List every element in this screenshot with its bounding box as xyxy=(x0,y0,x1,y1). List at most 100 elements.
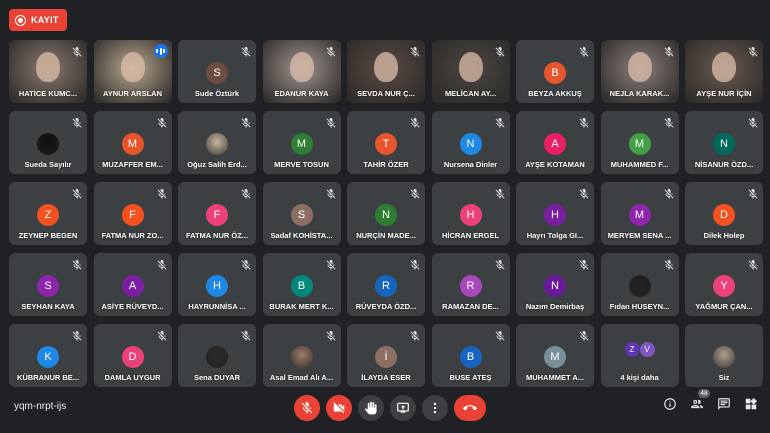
participant-tile[interactable]: R RAMAZAN DE... xyxy=(431,253,510,316)
avatar: B xyxy=(544,62,566,84)
chat-button[interactable] xyxy=(717,397,731,411)
participant-name: Sena DUYAR xyxy=(194,373,240,382)
participant-tile[interactable]: M MUHAMMET A... xyxy=(516,324,594,387)
mic-muted-icon xyxy=(240,258,252,270)
participant-name: RÜVEYDA ÖZD... xyxy=(355,302,417,311)
participant-name: Oğuz Salih Erd... xyxy=(187,160,247,169)
camera-off-button[interactable] xyxy=(326,395,352,421)
mic-muted-icon xyxy=(325,329,337,341)
participant-name: Nazım Demirbaş xyxy=(525,302,585,311)
participant-tile[interactable]: Y YAĞMUR ÇAN... xyxy=(685,253,763,316)
avatar: N xyxy=(375,204,397,226)
activities-button[interactable] xyxy=(744,397,758,411)
people-button[interactable]: 48 xyxy=(690,389,710,411)
participant-tile[interactable]: F FATMA NUR ÖZ... xyxy=(178,182,256,245)
mic-muted-icon xyxy=(663,187,675,199)
participant-tile[interactable]: D DAMLA UYGUR xyxy=(93,324,172,387)
participant-tile[interactable]: K KÜBRANUR BE... xyxy=(9,324,87,387)
participant-tile[interactable]: NEJLA KARAK... xyxy=(600,40,679,103)
participant-name: YAĞMUR ÇAN... xyxy=(695,302,753,311)
participant-name: MUHAMMET A... xyxy=(525,373,585,382)
participant-tile[interactable]: M MERYEM SENA ... xyxy=(600,182,679,245)
mic-off-button[interactable] xyxy=(294,395,320,421)
participant-name: TAHİR ÖZER xyxy=(363,160,409,169)
mic-muted-icon xyxy=(409,45,421,57)
avatar: Y xyxy=(713,275,735,297)
mic-muted-icon xyxy=(494,45,506,57)
self-tile[interactable]: Siz xyxy=(685,324,763,387)
participant-tile[interactable]: A AYŞE KOTAMAN xyxy=(516,111,594,174)
participant-name: ZEYNEP BEGEN xyxy=(18,231,78,240)
participant-tile[interactable]: Asal Emad Alı A... xyxy=(262,324,341,387)
camera-off-icon xyxy=(332,401,346,415)
mic-muted-icon xyxy=(156,258,168,270)
recording-label: KAYIT xyxy=(31,15,59,25)
participant-tile[interactable]: D Dilek Holep xyxy=(685,182,763,245)
participant-tile[interactable]: S SEYHAN KAYA xyxy=(9,253,87,316)
participant-tile[interactable]: AYNUR ARSLAN xyxy=(93,40,172,103)
call-controls xyxy=(294,395,486,421)
avatar: İ xyxy=(375,346,397,368)
participant-tile[interactable]: M MERVE TOSUN xyxy=(262,111,341,174)
participant-tile[interactable]: HATİCE KUMC... xyxy=(9,40,87,103)
participant-tile[interactable]: N NURÇİN MADE... xyxy=(347,182,425,245)
participant-tile[interactable]: H HAYRUNNİSA ... xyxy=(178,253,256,316)
meeting-tools: 48 xyxy=(663,389,758,411)
participant-tile[interactable]: Sueda Sayılır xyxy=(9,111,87,174)
leave-call-button[interactable] xyxy=(454,395,486,421)
participant-tile[interactable]: B BUSE ATEŞ xyxy=(431,324,510,387)
participant-tile[interactable]: B BEYZA AKKUŞ xyxy=(516,40,594,103)
participant-tile[interactable]: S Sude Öztürk xyxy=(178,40,256,103)
participant-name: Sude Öztürk xyxy=(194,89,240,98)
present-screen-button[interactable] xyxy=(390,395,416,421)
raise-hand-button[interactable] xyxy=(358,395,384,421)
more-participants-tile[interactable]: ZV 4 kişi daha xyxy=(600,324,679,387)
participant-tile[interactable]: S Sadaf KOHİSTA... xyxy=(262,182,341,245)
participant-tile[interactable]: İ İLAYDA ESER xyxy=(347,324,425,387)
participant-name: MERVE TOSUN xyxy=(274,160,329,169)
participant-tile[interactable]: EDANUR KAYA xyxy=(262,40,341,103)
participant-tile[interactable]: B BURAK MERT K... xyxy=(262,253,341,316)
participant-tile[interactable]: MELİCAN AY... xyxy=(431,40,510,103)
recording-badge: KAYIT xyxy=(9,9,67,31)
participant-tile[interactable]: H Hayrı Tolga GI... xyxy=(516,182,594,245)
participant-name: NURÇİN MADE... xyxy=(356,231,416,240)
info-button[interactable] xyxy=(663,397,677,411)
participant-name: ASİYE RÜVEYD... xyxy=(101,302,164,311)
participant-face xyxy=(458,52,483,82)
participant-name: AYŞE KOTAMAN xyxy=(525,160,585,169)
participant-name: Asal Emad Alı A... xyxy=(269,373,334,382)
participant-name: Fıdan HUSEYN... xyxy=(609,302,670,311)
participant-tile[interactable]: N NİSANUR ÖZD... xyxy=(685,111,763,174)
participant-name: NEJLA KARAK... xyxy=(609,89,670,98)
participant-name: MUHAMMED F... xyxy=(610,160,669,169)
participant-tile[interactable]: N Nursena Dinler xyxy=(431,111,510,174)
participant-tile[interactable]: SEVDA NUR Ç... xyxy=(347,40,425,103)
participant-tile[interactable]: H HİCRAN ERGEL xyxy=(431,182,510,245)
avatar: N xyxy=(544,275,566,297)
participant-tile[interactable]: N Nazım Demirbaş xyxy=(516,253,594,316)
more-options-button[interactable] xyxy=(422,395,448,421)
mic-muted-icon xyxy=(240,45,252,57)
participant-tile[interactable]: Fıdan HUSEYN... xyxy=(600,253,679,316)
avatar: D xyxy=(121,346,144,368)
avatar: R xyxy=(459,275,482,297)
participant-tile[interactable]: Sena DUYAR xyxy=(178,324,256,387)
avatar xyxy=(206,346,228,368)
participant-tile[interactable]: A ASİYE RÜVEYD... xyxy=(93,253,172,316)
participant-tile[interactable]: Oğuz Salih Erd... xyxy=(178,111,256,174)
avatar: B xyxy=(290,275,313,297)
participant-tile[interactable]: M MUZAFFER EM... xyxy=(93,111,172,174)
participant-tile[interactable]: M MUHAMMED F... xyxy=(600,111,679,174)
participant-name: AYŞE NUR İÇİN xyxy=(696,89,752,98)
avatar xyxy=(713,346,735,368)
participant-tile[interactable]: R RÜVEYDA ÖZD... xyxy=(347,253,425,316)
avatar xyxy=(206,133,228,155)
leave-call-icon xyxy=(463,401,477,415)
activities-icon xyxy=(744,397,758,411)
raise-hand-icon xyxy=(364,401,378,415)
participant-tile[interactable]: T TAHİR ÖZER xyxy=(347,111,425,174)
participant-tile[interactable]: Z ZEYNEP BEGEN xyxy=(9,182,87,245)
participant-tile[interactable]: F FATMA NUR ZO... xyxy=(93,182,172,245)
participant-tile[interactable]: AYŞE NUR İÇİN xyxy=(685,40,763,103)
